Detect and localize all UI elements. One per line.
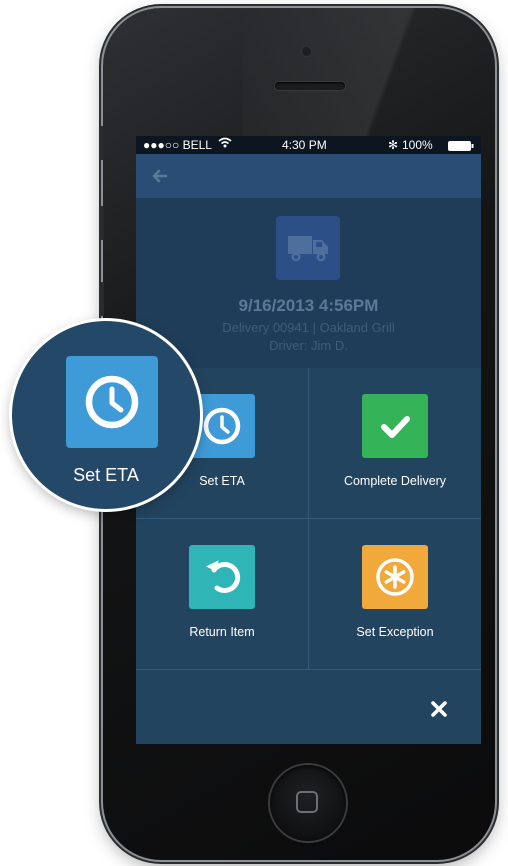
return-item-label: Return Item: [189, 625, 255, 639]
status-bar: ●●●○○ BELL 4:30 PM ✻ 100%: [136, 136, 481, 154]
footer-bar: [136, 670, 481, 744]
set-eta-callout[interactable]: Set ETA: [12, 321, 200, 509]
home-square-icon: [296, 791, 318, 813]
check-icon: [362, 394, 428, 458]
front-camera: [302, 47, 311, 56]
status-time: 4:30 PM: [282, 138, 327, 152]
nav-bar: [136, 154, 481, 198]
complete-delivery-label: Complete Delivery: [343, 474, 447, 488]
grid-divider-horizontal: [136, 518, 481, 519]
set-exception-button[interactable]: Set Exception: [309, 519, 481, 669]
volume-up-button: [100, 206, 104, 240]
driver-name: Driver: Jim D.: [269, 338, 348, 353]
battery-percent: 100%: [402, 138, 433, 152]
delivery-datetime: 9/16/2013 4:56PM: [238, 296, 379, 315]
callout-label: Set ETA: [73, 465, 139, 485]
asterisk-icon: [362, 545, 428, 609]
earpiece-speaker: [275, 82, 345, 90]
truck-icon: [276, 216, 340, 280]
return-item-button[interactable]: Return Item: [136, 519, 308, 669]
carrier-signal: ●●●○○ BELL: [143, 138, 212, 152]
bluetooth-icon: ✻: [388, 138, 399, 152]
volume-down-button: [100, 282, 104, 316]
set-exception-label: Set Exception: [356, 625, 434, 639]
delivery-header: 9/16/2013 4:56PM Delivery 00941 | Oaklan…: [136, 198, 481, 368]
silent-switch: [100, 126, 104, 160]
battery-icon: [448, 140, 474, 154]
close-icon[interactable]: [428, 698, 450, 720]
grid-divider-vertical: [308, 368, 309, 670]
return-arrow-icon: [189, 545, 255, 609]
home-button[interactable]: [270, 765, 346, 841]
wifi-icon: [218, 137, 232, 151]
clock-icon: [66, 356, 158, 448]
complete-delivery-button[interactable]: Complete Delivery: [309, 368, 481, 518]
delivery-info: Delivery 00941 | Oakland Grill: [222, 320, 395, 335]
back-arrow-icon[interactable]: [148, 166, 172, 186]
